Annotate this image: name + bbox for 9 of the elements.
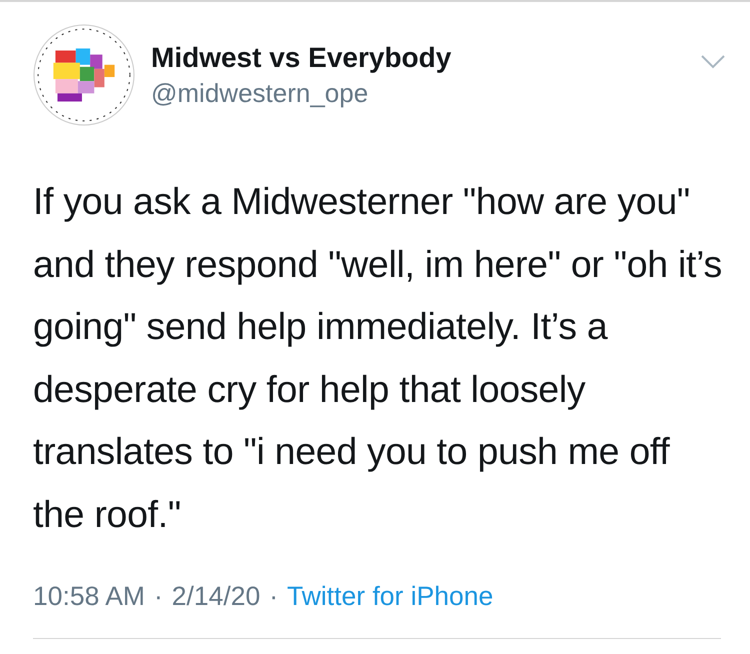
author-name[interactable]: Midwest vs Everybody [151, 42, 684, 74]
tweet-time: 10:58 AM [33, 581, 145, 612]
separator-dot: · [154, 581, 163, 612]
source-link[interactable]: Twitter for iPhone [287, 581, 494, 612]
tweet-date: 2/14/20 [172, 581, 260, 612]
author-handle[interactable]: @midwestern_ope [151, 78, 684, 109]
chevron-down-icon[interactable] [700, 54, 726, 70]
separator-dot: · [269, 581, 278, 612]
tweet-text: If you ask a Midwesterner "how are you" and they respond "well, im here" or "oh it’s going" send help immediately. It’s a desperate cry for help that loosely translates to "i need you to push me off the roof." [33, 179, 723, 536]
